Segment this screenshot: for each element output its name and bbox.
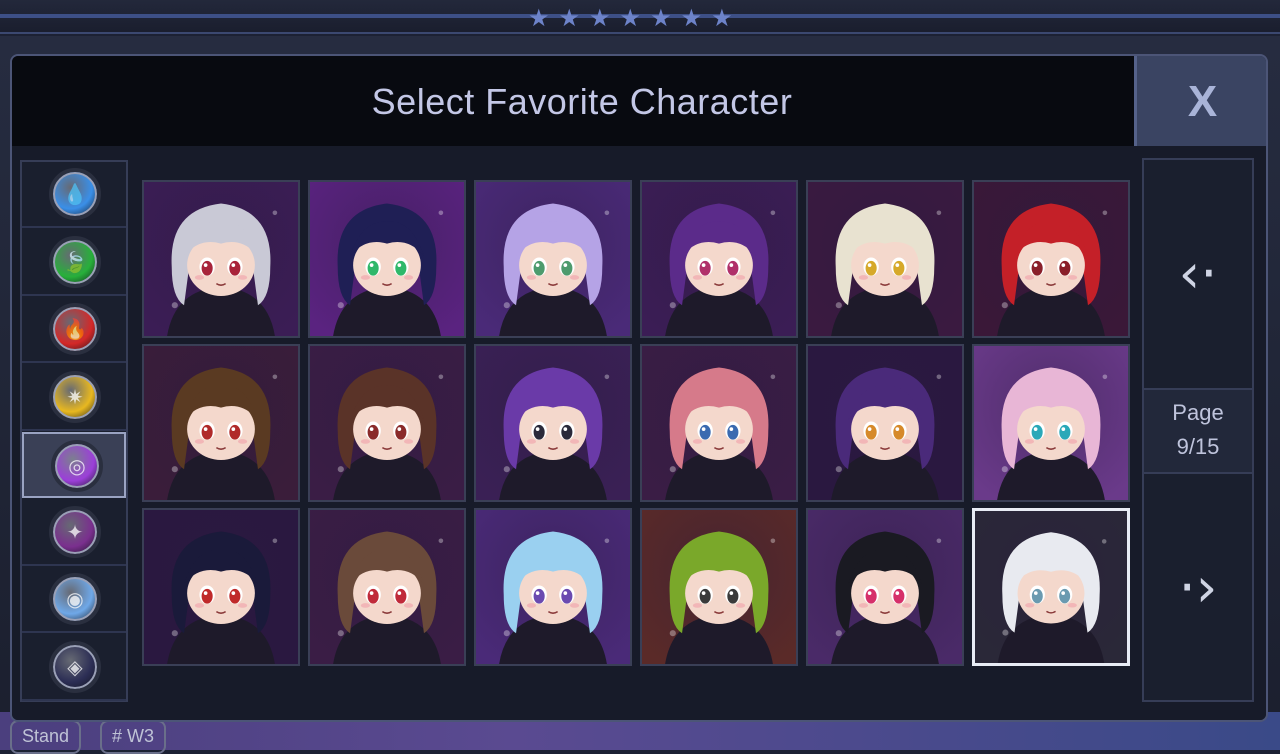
page-indicator: Page 9/15 [1144,388,1252,474]
character-portrait [808,510,962,664]
star-icon: ★ [589,4,611,32]
background-chip-w3: # W3 [100,720,167,754]
chevron-right-icon: ·› [1178,556,1218,619]
star-icon: ★ [558,4,581,32]
filter-dark[interactable]: ◎ [22,432,126,498]
corrupt-element-icon: ✦ [49,505,101,558]
character-grid [142,180,1132,672]
next-page-button[interactable]: ·› [1144,474,1252,702]
dark-glyph: ◎ [68,454,86,478]
character-card[interactable] [640,344,798,502]
celestial-glyph: ◉ [66,587,84,611]
star-icon: ★ [711,4,733,32]
character-card[interactable] [806,508,964,666]
nature-glyph: 🍃 [62,249,88,274]
dialog-content: 💧 🍃 🔥 ✷ ◎ ✦ ◉ ◈ ‹· Page 9/15 ·› [12,146,1266,720]
character-card[interactable] [972,180,1130,338]
character-portrait [476,346,630,500]
dark-element-icon: ◎ [51,440,103,492]
character-card[interactable] [308,508,466,666]
character-portrait [974,182,1128,336]
celestial-element-icon: ◉ [49,573,101,625]
void-glyph: ◈ [67,654,83,679]
character-portrait [975,511,1127,663]
character-select-dialog: Select Favorite Character X 💧 🍃 🔥 ✷ ◎ ✦ ◉ ◈ ‹· … [10,54,1268,722]
star-icon: ★ [619,4,642,32]
filter-fire[interactable]: 🔥 [22,297,126,363]
character-card[interactable] [640,180,798,338]
water-glyph: 💧 [62,182,88,206]
character-portrait [642,510,796,664]
character-portrait [642,182,796,336]
water-element-icon: 💧 [49,168,101,220]
void-element-icon: ◈ [49,640,101,693]
close-icon: X [1187,77,1218,126]
character-portrait [310,510,464,664]
character-card[interactable] [474,508,632,666]
filter-water[interactable]: 💧 [22,162,126,228]
star-icon: ★ [680,4,703,32]
filter-celestial[interactable]: ◉ [22,567,126,633]
character-portrait [144,346,298,500]
character-portrait [808,182,962,336]
light-element-icon: ✷ [49,370,101,423]
character-portrait [974,346,1128,500]
page-label: Page [1172,400,1224,425]
dialog-title: Select Favorite Character [371,81,793,122]
character-portrait [808,346,962,500]
character-portrait [642,346,796,500]
character-portrait [310,346,464,500]
character-card[interactable] [142,344,300,502]
fire-glyph: 🔥 [62,317,88,341]
filter-void[interactable]: ◈ [22,635,126,701]
character-card[interactable] [142,508,300,666]
character-card[interactable] [474,180,632,338]
star-icon: ★ [650,4,672,32]
filter-light[interactable]: ✷ [22,365,126,431]
character-card[interactable] [308,180,466,338]
character-card[interactable] [972,508,1130,666]
chevron-left-icon: ‹· [1178,242,1218,305]
star-icon: ★ [528,4,550,32]
character-card[interactable] [142,180,300,338]
corrupt-glyph: ✦ [66,519,84,544]
pagination-panel: ‹· Page 9/15 ·› [1142,158,1254,702]
character-card[interactable] [474,344,632,502]
character-portrait [476,182,630,336]
character-portrait [310,182,464,336]
nature-element-icon: 🍃 [49,235,101,288]
light-glyph: ✷ [66,384,84,409]
element-filter-list: 💧 🍃 🔥 ✷ ◎ ✦ ◉ ◈ [20,160,128,702]
filter-nature[interactable]: 🍃 [22,230,126,296]
rating-stars: ★ ★ ★ ★ ★ ★ ★ [528,4,733,32]
character-card[interactable] [806,344,964,502]
previous-page-button[interactable]: ‹· [1144,160,1252,388]
character-card[interactable] [308,344,466,502]
character-portrait [144,182,298,336]
character-card[interactable] [806,180,964,338]
page-number: 9/15 [1176,434,1220,459]
character-portrait [144,510,298,664]
character-card[interactable] [640,508,798,666]
close-button[interactable]: X [1134,56,1266,146]
background-chip-stand: Stand [10,720,82,754]
filter-corrupt[interactable]: ✦ [22,500,126,566]
fire-element-icon: 🔥 [49,303,101,355]
character-portrait [476,510,630,664]
character-card[interactable] [972,344,1130,502]
